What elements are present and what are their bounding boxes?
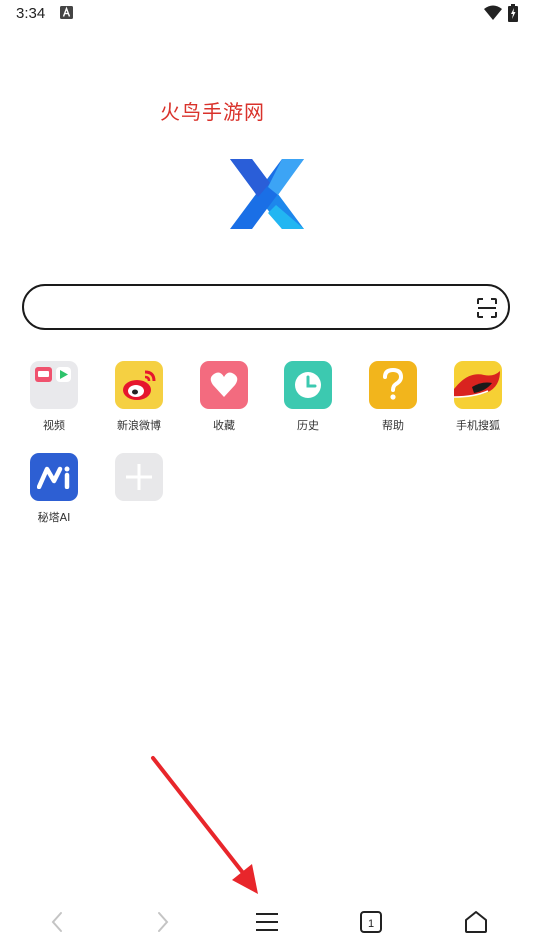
forward-icon bbox=[158, 912, 169, 932]
add-shortcut-button[interactable] bbox=[99, 453, 179, 501]
metaso-ai-icon bbox=[30, 453, 78, 501]
question-icon bbox=[369, 361, 417, 409]
home-icon bbox=[465, 911, 487, 933]
shortcut-weibo[interactable]: 新浪微博 bbox=[99, 361, 179, 433]
scan-qr-icon[interactable] bbox=[477, 298, 497, 318]
heart-icon bbox=[200, 361, 248, 409]
back-button[interactable] bbox=[36, 900, 80, 944]
shortcut-label: 手机搜狐 bbox=[456, 419, 500, 432]
shortcut-label: 新浪微博 bbox=[117, 419, 161, 432]
sohu-fox-icon bbox=[454, 361, 502, 409]
tabs-icon: 1 bbox=[360, 911, 382, 933]
search-input[interactable] bbox=[44, 296, 468, 322]
menu-button[interactable] bbox=[245, 900, 289, 944]
shortcut-label: 秘塔AI bbox=[37, 511, 71, 524]
wifi-icon bbox=[484, 5, 502, 20]
browser-x-logo-icon bbox=[230, 159, 304, 229]
shortcut-metaso-ai[interactable]: 秘塔AI bbox=[14, 453, 94, 525]
status-time: 3:34 bbox=[16, 5, 46, 22]
shortcut-sohu[interactable]: 手机搜狐 bbox=[438, 361, 518, 433]
video-folder-icon bbox=[30, 361, 78, 409]
search-bar[interactable] bbox=[22, 284, 510, 330]
status-bar: 3:34 bbox=[0, 0, 534, 28]
add-shortcut-icon bbox=[115, 453, 163, 501]
shortcut-label: 帮助 bbox=[382, 419, 404, 432]
shortcut-label: 收藏 bbox=[213, 419, 235, 432]
back-icon bbox=[51, 912, 62, 932]
clock-icon bbox=[284, 361, 332, 409]
shortcut-favorites[interactable]: 收藏 bbox=[184, 361, 264, 433]
tabs-button[interactable]: 1 bbox=[349, 900, 393, 944]
shortcut-label: 历史 bbox=[297, 419, 319, 432]
battery-icon bbox=[508, 4, 518, 22]
tab-count: 1 bbox=[368, 918, 374, 930]
notification-a-icon bbox=[60, 6, 73, 19]
shortcut-video[interactable]: 视频 bbox=[14, 361, 94, 433]
forward-button[interactable] bbox=[140, 900, 184, 944]
menu-icon bbox=[256, 913, 278, 931]
shortcut-help[interactable]: 帮助 bbox=[353, 361, 433, 433]
watermark-text: 火鸟手游网 bbox=[160, 100, 265, 124]
home-button[interactable] bbox=[454, 900, 498, 944]
shortcut-label: 视频 bbox=[43, 419, 65, 432]
weibo-icon bbox=[115, 361, 163, 409]
shortcut-history[interactable]: 历史 bbox=[268, 361, 348, 433]
